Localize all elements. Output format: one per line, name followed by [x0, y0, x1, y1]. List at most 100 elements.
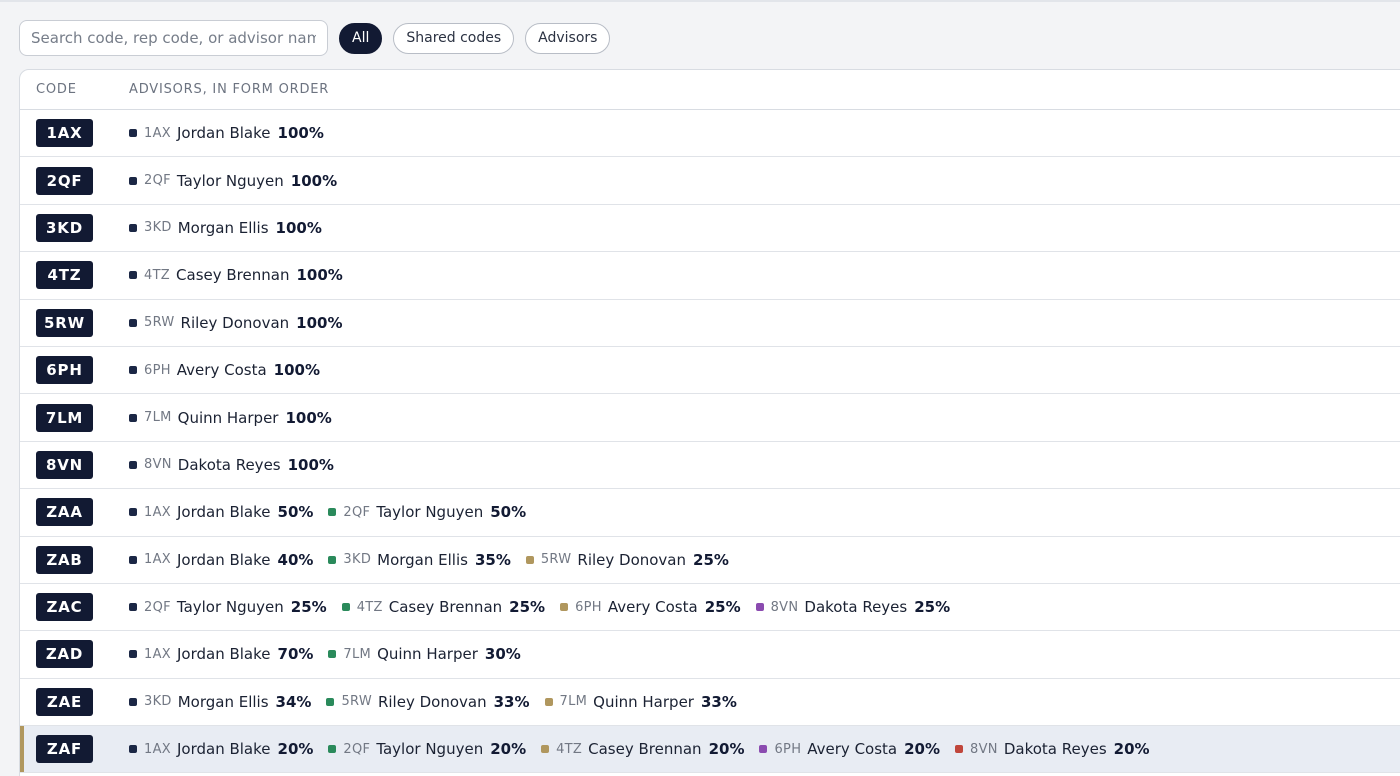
code-cell: ZAA	[20, 498, 129, 527]
advisor-chip: 1AX Jordan Blake 40%	[129, 551, 313, 569]
toolbar: All Shared codes Advisors	[19, 20, 611, 56]
advisor-color-dot	[341, 603, 350, 612]
advisor-percentage: 20%	[277, 740, 314, 759]
table-row[interactable]: ZAD 1AX Jordan Blake 70% 7LM Quinn Harper 30%	[20, 631, 1400, 679]
advisor-name: Quinn Harper	[377, 645, 478, 664]
advisor-name: Jordan Blake	[176, 645, 271, 664]
advisor-name: Jordan Blake	[176, 503, 271, 522]
advisor-percentage: 35%	[474, 550, 511, 569]
advisor-chip: 4TZ Casey Brennan 25%	[341, 598, 546, 617]
advisor-rep-code: 4TZ	[556, 741, 583, 757]
table-row[interactable]: ZAE 3KD Morgan Ellis 34% 5RW Riley Donovan 33%…	[20, 679, 1400, 727]
table-row[interactable]: 1AX 1AX Jordan Blake 100%	[20, 110, 1400, 158]
code-badge: 4TZ	[36, 261, 93, 290]
advisor-color-dot	[129, 697, 137, 706]
advisor-list: 2QF Taylor Nguyen 25% 4TZ Casey Brennan 25% 6P…	[129, 598, 965, 616]
table-row[interactable]: 6PH 6PH Avery Costa 100%	[20, 347, 1400, 395]
advisor-color-dot	[129, 318, 137, 327]
code-badge: 7LM	[36, 403, 93, 432]
advisor-percentage: 20%	[1113, 740, 1150, 759]
advisor-percentage: 100%	[285, 408, 332, 427]
table-row[interactable]: 8VN 8VN Dakota Reyes 100%	[20, 442, 1400, 490]
table-row[interactable]: 4TZ 4TZ Casey Brennan 100%	[20, 252, 1400, 300]
advisor-color-dot	[328, 555, 337, 564]
advisor-color-dot	[129, 223, 137, 232]
advisor-name: Casey Brennan	[388, 598, 503, 617]
advisor-rep-code: 6PH	[774, 741, 802, 757]
column-header-code: CODE	[36, 82, 77, 97]
advisor-percentage: 70%	[277, 645, 314, 664]
advisor-name: Avery Costa	[607, 598, 698, 617]
advisor-chip: 7LM Quinn Harper 33%	[544, 692, 737, 711]
code-cell: 4TZ	[20, 261, 129, 290]
filter-all-button[interactable]: All	[339, 22, 383, 54]
advisor-color-dot	[129, 413, 137, 422]
advisor-color-dot	[129, 366, 137, 375]
advisor-chip: 2QF Taylor Nguyen 100%	[129, 172, 337, 190]
advisor-color-dot	[129, 603, 137, 612]
advisor-name: Taylor Nguyen	[176, 171, 284, 190]
advisor-name: Dakota Reyes	[177, 455, 281, 474]
advisor-color-dot	[525, 555, 534, 564]
advisor-chip: 7LM Quinn Harper 100%	[129, 409, 332, 427]
advisor-rep-code: 4TZ	[356, 599, 383, 615]
advisor-rep-code: 8VN	[770, 599, 799, 615]
advisor-list: 1AX Jordan Blake 100%	[129, 124, 339, 142]
advisor-color-dot	[129, 460, 137, 469]
advisor-name: Quinn Harper	[177, 408, 279, 427]
advisor-rep-code: 3KD	[144, 220, 172, 236]
advisor-rep-code: 1AX	[144, 552, 171, 568]
advisor-chip: 3KD Morgan Ellis 100%	[129, 219, 322, 237]
advisor-color-dot	[129, 650, 137, 659]
code-cell: 6PH	[20, 356, 129, 385]
code-cell: 3KD	[20, 213, 129, 242]
advisor-name: Riley Donovan	[577, 550, 687, 569]
advisor-color-dot	[129, 176, 137, 185]
code-badge: 2QF	[36, 166, 93, 195]
advisor-color-dot	[326, 697, 335, 706]
table-row[interactable]: ZAA 1AX Jordan Blake 50% 2QF Taylor Nguyen 50%	[20, 489, 1400, 537]
advisor-rep-code: 8VN	[144, 457, 172, 473]
advisor-percentage: 33%	[700, 692, 737, 711]
advisor-percentage: 100%	[273, 361, 320, 380]
advisor-list: 6PH Avery Costa 100%	[129, 361, 335, 379]
advisor-color-dot	[560, 603, 569, 612]
table-row[interactable]: 7LM 7LM Quinn Harper 100%	[20, 394, 1400, 442]
advisor-percentage: 34%	[275, 692, 312, 711]
advisor-percentage: 100%	[290, 171, 338, 190]
advisor-color-dot	[129, 129, 137, 138]
advisor-name: Morgan Ellis	[177, 218, 269, 237]
code-cell: 2QF	[20, 166, 129, 195]
search-input[interactable]	[19, 20, 328, 56]
filter-shared-codes-button[interactable]: Shared codes	[393, 22, 515, 54]
table-row[interactable]: 3KD 3KD Morgan Ellis 100%	[20, 205, 1400, 253]
advisor-name: Taylor Nguyen	[376, 740, 484, 759]
advisor-percentage: 25%	[693, 550, 729, 569]
top-border	[0, 0, 1400, 2]
advisor-chip: 3KD Morgan Ellis 35%	[328, 550, 511, 569]
advisor-chip: 6PH Avery Costa 25%	[560, 598, 741, 616]
filter-advisors-button[interactable]: Advisors	[525, 22, 611, 54]
advisor-color-dot	[328, 745, 337, 754]
table-row[interactable]: ZAC 2QF Taylor Nguyen 25% 4TZ Casey Brennan 25…	[20, 584, 1400, 632]
advisor-chip: 2QF Taylor Nguyen 25%	[129, 598, 327, 616]
advisor-chip: 3KD Morgan Ellis 34%	[129, 693, 311, 711]
advisor-rep-code: 5RW	[540, 552, 572, 568]
table-row[interactable]: ZAB 1AX Jordan Blake 40% 3KD Morgan Ellis 35% 5…	[20, 537, 1400, 584]
advisor-color-dot	[755, 603, 764, 612]
code-cell: 5RW	[20, 308, 129, 337]
advisor-rep-code: 5RW	[144, 315, 175, 331]
advisor-chip: 8VN Dakota Reyes 25%	[755, 598, 950, 616]
code-badge: 6PH	[36, 356, 93, 385]
table-row[interactable]: ZAF 1AX Jordan Blake 20% 2QF Taylor Nguyen 20%…	[20, 726, 1400, 774]
table-row[interactable]: 2QF 2QF Taylor Nguyen 100%	[20, 157, 1400, 205]
advisor-name: Morgan Ellis	[377, 550, 468, 569]
advisor-percentage: 25%	[509, 598, 546, 617]
advisor-list: 4TZ Casey Brennan 100%	[129, 266, 358, 284]
advisor-chip: 4TZ Casey Brennan 100%	[129, 266, 343, 284]
code-badge: ZAD	[36, 640, 93, 669]
advisor-percentage: 100%	[296, 313, 343, 332]
codes-table: CODE ADVISORS, IN FORM ORDER 1AX 1AX Jorda…	[19, 69, 1400, 776]
advisor-percentage: 20%	[490, 740, 527, 759]
table-row[interactable]: 5RW 5RW Riley Donovan 100%	[20, 300, 1400, 347]
